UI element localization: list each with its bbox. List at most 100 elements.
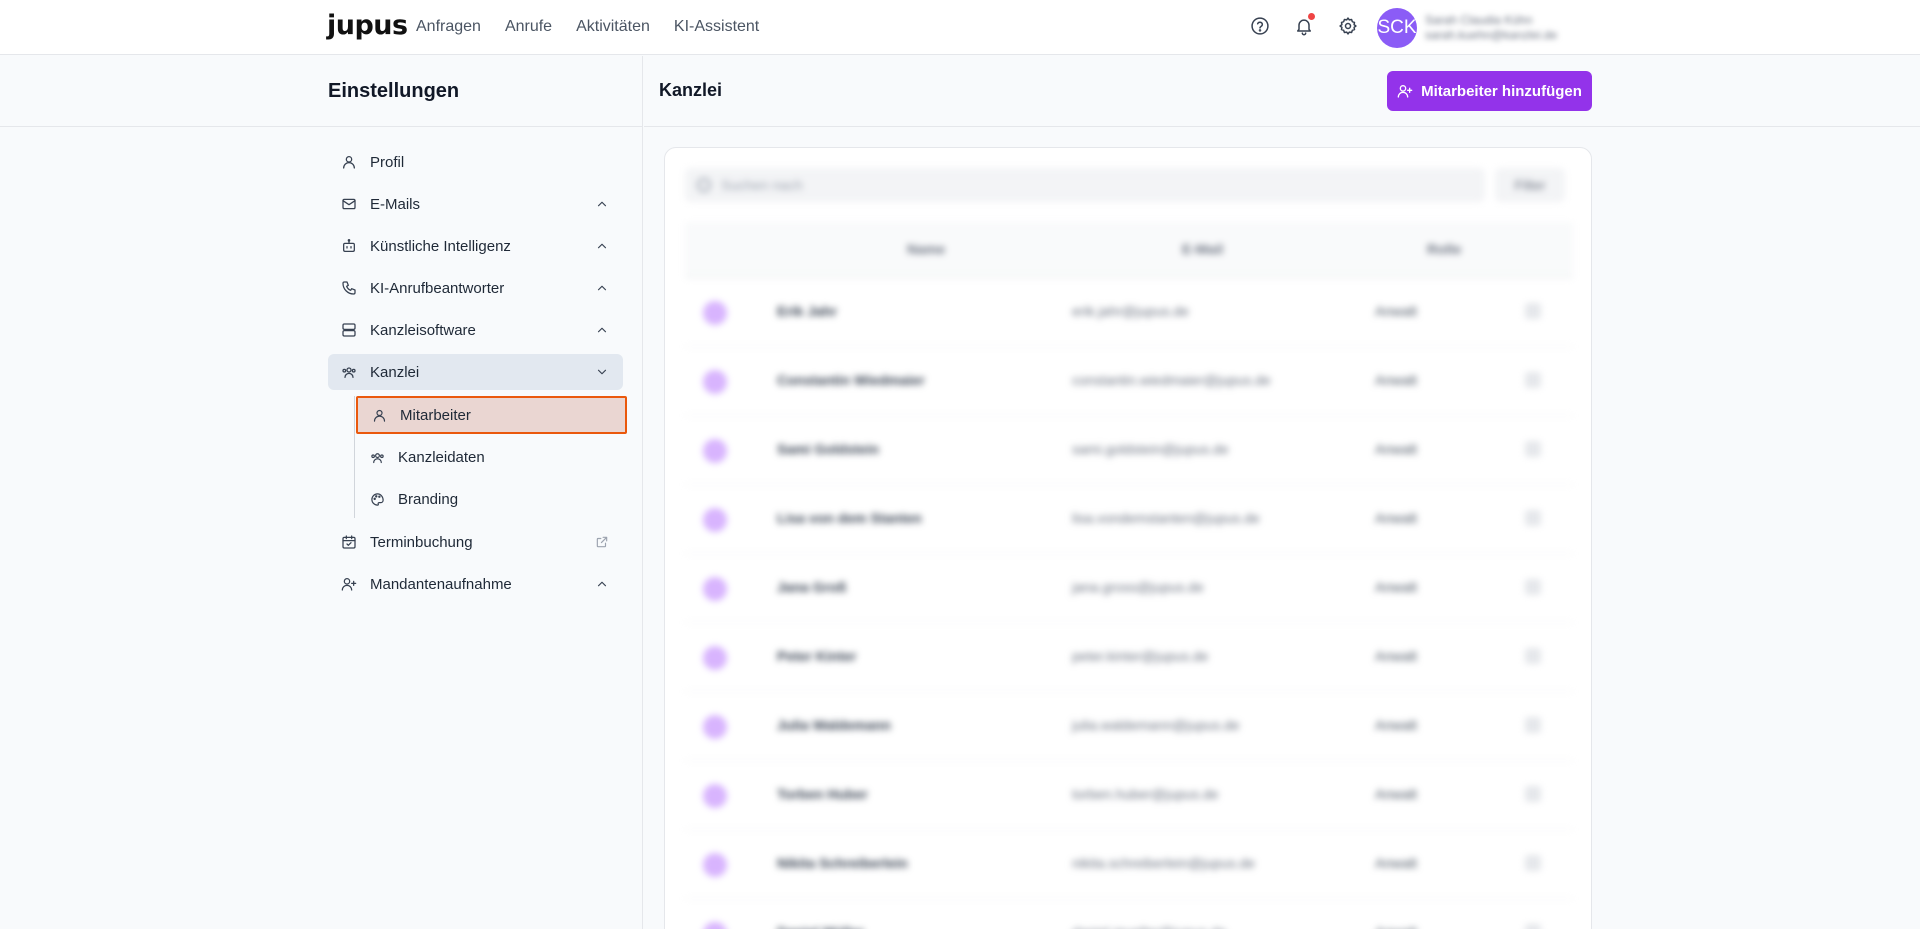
sidebar-item-label: Kanzlei	[370, 363, 420, 381]
employee-role: Anwalt	[1375, 717, 1418, 733]
team-icon	[370, 449, 386, 465]
gear-icon[interactable]	[1336, 14, 1360, 38]
search-placeholder: Suchen nach	[721, 177, 803, 193]
employees-card: Suchen nach Filter Name E-Mail Rolle Eri…	[664, 147, 1592, 929]
employee-name: Lisa von dem Stanten	[777, 510, 922, 526]
user-plus-icon	[1397, 85, 1413, 98]
employee-name: Nikita Schreiberlein	[777, 855, 908, 871]
avatar	[703, 370, 727, 394]
employee-name: Jana Groß	[777, 579, 847, 595]
more-options-icon[interactable]	[1525, 372, 1541, 388]
table-row[interactable]: Jana Groß jana.gross@jupus.de Anwalt	[685, 554, 1573, 623]
table-row[interactable]: Constantin Wiedmaier constantin.wiedmaier…	[685, 347, 1573, 416]
more-options-icon[interactable]	[1525, 303, 1541, 319]
employee-role: Anwalt	[1375, 372, 1418, 388]
table-row[interactable]: Nikita Schreiberlein nikita.schreiberlein…	[685, 830, 1573, 899]
divider	[0, 126, 643, 127]
column-header-email[interactable]: E-Mail	[1182, 241, 1223, 257]
sidebar-item-profil[interactable]: Profil	[328, 144, 623, 180]
employee-email: daniel.mueller@jupus.de	[1072, 924, 1226, 929]
bell-icon[interactable]	[1292, 13, 1316, 38]
more-options-icon[interactable]	[1525, 510, 1541, 526]
nav-anfragen[interactable]: Anfragen	[416, 18, 481, 36]
employee-email: peter.kinter@jupus.de	[1072, 648, 1209, 664]
table-row[interactable]: Torben Huber torben.huber@jupus.de Anwalt	[685, 761, 1573, 830]
external-link-icon[interactable]	[595, 535, 609, 549]
avatar	[703, 508, 727, 532]
avatar	[703, 853, 727, 877]
table-row[interactable]: Erik Jahr erik.jahr@jupus.de Anwalt	[685, 278, 1573, 347]
table-row[interactable]: Lisa von dem Stanten lisa.vondemstanten@j…	[685, 485, 1573, 554]
chevron-down-icon[interactable]	[595, 365, 609, 379]
table-row[interactable]: Peter Kinter peter.kinter@jupus.de Anwalt	[685, 623, 1573, 692]
more-options-icon[interactable]	[1525, 717, 1541, 733]
chevron-up-icon[interactable]	[595, 197, 609, 211]
nav-anrufe[interactable]: Anrufe	[505, 18, 552, 36]
more-options-icon[interactable]	[1525, 786, 1541, 802]
more-options-icon[interactable]	[1525, 648, 1541, 664]
more-options-icon[interactable]	[1525, 441, 1541, 457]
employee-name: Torben Huber	[777, 786, 868, 802]
table-row[interactable]: Daniel Müller daniel.mueller@jupus.de Anwa…	[685, 899, 1573, 929]
sidebar-subitem-kanzleidaten[interactable]: Kanzleidaten	[356, 438, 627, 476]
avatar[interactable]: SCK	[1377, 8, 1417, 48]
employee-email: nikita.schreiberlein@jupus.de	[1072, 855, 1256, 871]
employee-email: sami.goldstein@jupus.de	[1072, 441, 1229, 457]
chevron-up-icon[interactable]	[595, 239, 609, 253]
notification-dot	[1308, 13, 1315, 20]
sidebar-item-terminbuchung[interactable]: Terminbuchung	[328, 524, 623, 560]
sidebar-item-kanzlei[interactable]: Kanzlei	[328, 354, 623, 390]
employee-role: Anwalt	[1375, 510, 1418, 526]
user-info[interactable]: Sarah Claudia Kühn sarah.kuehn@kanzlei.d…	[1425, 13, 1597, 43]
help-icon[interactable]	[1248, 14, 1272, 38]
avatar	[703, 646, 727, 670]
filter-button[interactable]: Filter	[1495, 168, 1565, 202]
employee-role: Anwalt	[1375, 855, 1418, 871]
column-header-name[interactable]: Name	[907, 241, 945, 257]
sidebar-item-ki[interactable]: Künstliche Intelligenz	[328, 228, 623, 264]
sidebar-item-emails[interactable]: E-Mails	[328, 186, 623, 222]
sidebar-subitem-mitarbeiter[interactable]: Mitarbeiter	[356, 396, 627, 434]
chevron-up-icon[interactable]	[595, 577, 609, 591]
sidebar-item-label: Künstliche Intelligenz	[370, 237, 511, 255]
more-options-icon[interactable]	[1525, 924, 1541, 929]
user-name: Sarah Claudia Kühn	[1425, 13, 1533, 27]
avatar	[703, 715, 727, 739]
calendar-icon	[340, 533, 358, 551]
settings-menu: Profil E-Mails Künstliche Intelligenz KI…	[328, 144, 627, 608]
more-options-icon[interactable]	[1525, 855, 1541, 871]
more-options-icon[interactable]	[1525, 579, 1541, 595]
sidebar-item-label: E-Mails	[370, 195, 421, 213]
sidebar-item-mandantenaufnahme[interactable]: Mandantenaufnahme	[328, 566, 623, 602]
sidebar-subitem-label: Kanzleidaten	[398, 448, 485, 466]
bot-icon	[340, 237, 358, 255]
user-icon	[372, 407, 388, 423]
employee-email: torben.huber@jupus.de	[1072, 786, 1219, 802]
sidebar-item-kanzleisoftware[interactable]: Kanzleisoftware	[328, 312, 623, 348]
avatar	[703, 922, 727, 929]
sidebar-item-ki-anrufbeantworter[interactable]: KI-Anrufbeantworter	[328, 270, 623, 306]
avatar	[703, 439, 727, 463]
employee-name: Daniel Müller	[777, 924, 864, 929]
table-row[interactable]: Sami Goldstein sami.goldstein@jupus.de Anw…	[685, 416, 1573, 485]
column-header-role[interactable]: Rolle	[1427, 241, 1461, 257]
employee-role: Anwalt	[1375, 648, 1418, 664]
jupus-logo[interactable]: jupus	[327, 10, 408, 41]
sidebar-item-label: Kanzleisoftware	[370, 321, 476, 339]
table-row[interactable]: Julia Waldemann julia.waldemann@jupus.de A…	[685, 692, 1573, 761]
mail-icon	[340, 195, 358, 213]
search-input[interactable]: Suchen nach	[685, 168, 1485, 202]
employee-name: Julia Waldemann	[777, 717, 891, 733]
main-nav: Anfragen Anrufe Aktivitäten KI-Assistent	[416, 18, 759, 36]
sidebar-subitem-branding[interactable]: Branding	[356, 480, 627, 518]
nav-ki-assistent[interactable]: KI-Assistent	[674, 18, 759, 36]
employee-name: Peter Kinter	[777, 648, 857, 664]
add-employee-label: Mitarbeiter hinzufügen	[1421, 82, 1582, 100]
divider	[644, 126, 1920, 127]
chevron-up-icon[interactable]	[595, 323, 609, 337]
add-employee-button[interactable]: Mitarbeiter hinzufügen	[1387, 71, 1592, 111]
employee-email: erik.jahr@jupus.de	[1072, 303, 1189, 319]
chevron-up-icon[interactable]	[595, 281, 609, 295]
user-email: sarah.kuehn@kanzlei.de	[1425, 28, 1558, 42]
nav-aktivitaeten[interactable]: Aktivitäten	[576, 18, 650, 36]
